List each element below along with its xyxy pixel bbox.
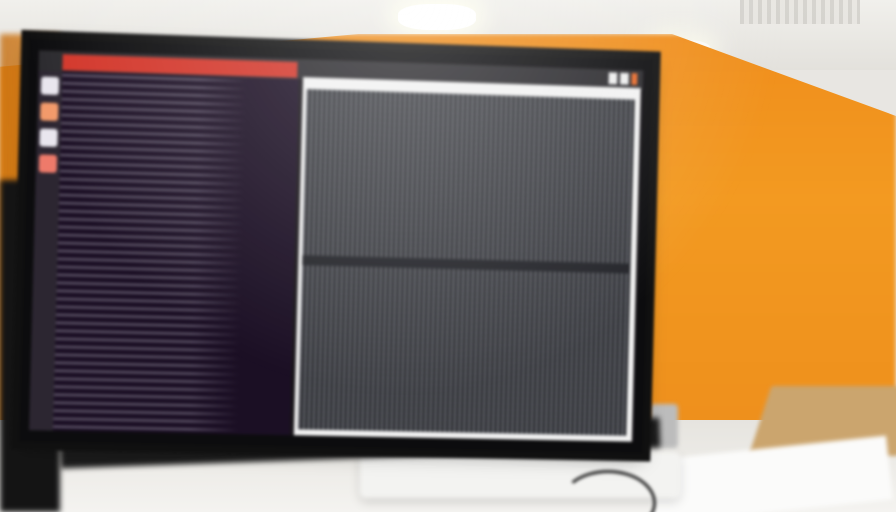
ceiling-vent <box>740 0 860 24</box>
editor-window-icon[interactable] <box>293 77 641 442</box>
terminal-icon[interactable] <box>52 71 300 436</box>
monitor-screen <box>29 50 644 442</box>
launcher-app-icon[interactable] <box>40 102 59 122</box>
window-controls-icon[interactable] <box>608 72 638 86</box>
launcher-app-icon[interactable] <box>39 128 58 147</box>
launcher-app-icon[interactable] <box>40 76 60 96</box>
editor-content <box>297 89 635 436</box>
launcher-app-icon[interactable] <box>38 154 58 173</box>
terminal-text-lines <box>52 71 300 436</box>
ceiling-light-icon <box>398 4 476 30</box>
photo-scene <box>0 0 896 512</box>
monitor-icon <box>18 38 654 454</box>
